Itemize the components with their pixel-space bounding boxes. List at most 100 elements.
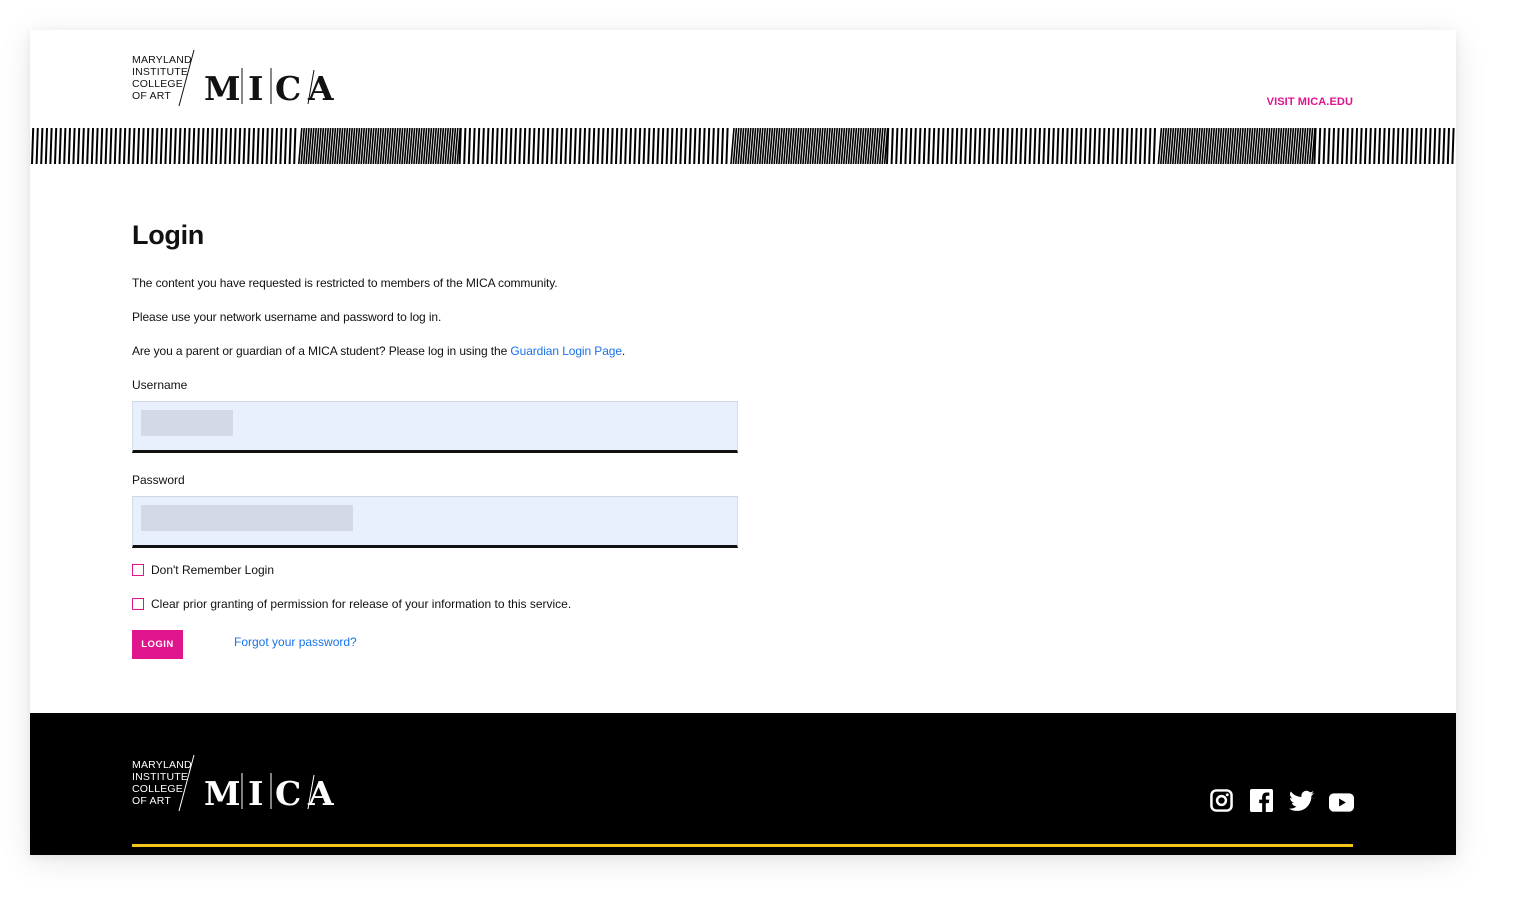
footer-logo-slash-icon	[178, 754, 195, 812]
barcode-stripe	[564, 128, 568, 164]
barcode-stripe	[702, 128, 706, 164]
barcode-stripe	[688, 128, 692, 164]
wordmark-letter-c: C	[275, 69, 301, 106]
barcode-stripe	[1065, 128, 1069, 164]
login-button[interactable]: LOGIN	[132, 630, 183, 659]
visit-mica-link[interactable]: VISIT MICA.EDU	[1267, 96, 1353, 108]
barcode-stripe	[293, 128, 297, 164]
form-actions: LOGIN Forgot your password?	[132, 630, 772, 659]
barcode-banner	[31, 128, 1455, 164]
barcode-stripe	[265, 128, 269, 164]
barcode-stripe	[219, 128, 223, 164]
barcode-stripe	[1391, 128, 1395, 164]
barcode-stripe	[123, 128, 127, 164]
barcode-stripe	[546, 128, 550, 164]
barcode-stripe	[1120, 128, 1124, 164]
clear-permission-checkbox[interactable]	[132, 598, 144, 610]
barcode-stripe	[610, 128, 614, 164]
barcode-stripe	[624, 128, 628, 164]
twitter-icon[interactable]	[1289, 788, 1314, 813]
barcode-stripe	[532, 128, 536, 164]
barcode-stripe	[527, 128, 531, 164]
wordmark-letter-i: I	[248, 69, 263, 106]
barcode-stripe	[697, 128, 701, 164]
barcode-stripe	[559, 128, 563, 164]
barcode-stripe	[504, 128, 508, 164]
barcode-stripe	[1010, 128, 1014, 164]
barcode-stripe	[1405, 128, 1409, 164]
guardian-login-link[interactable]: Guardian Login Page	[510, 344, 622, 358]
barcode-stripe	[642, 128, 646, 164]
dont-remember-row[interactable]: Don't Remember Login	[132, 562, 772, 578]
barcode-stripe	[261, 128, 265, 164]
dont-remember-checkbox[interactable]	[132, 564, 144, 576]
barcode-stripe	[72, 128, 76, 164]
barcode-stripe	[113, 128, 117, 164]
barcode-stripe	[982, 128, 986, 164]
barcode-stripe	[513, 128, 517, 164]
barcode-stripe	[1060, 128, 1064, 164]
barcode-stripe	[192, 128, 196, 164]
barcode-stripe	[927, 128, 931, 164]
barcode-stripe	[1364, 128, 1368, 164]
barcode-stripe	[1024, 128, 1028, 164]
barcode-stripe	[707, 128, 711, 164]
barcode-stripe	[541, 128, 545, 164]
barcode-stripe	[1047, 128, 1051, 164]
barcode-stripe	[638, 128, 642, 164]
barcode-stripe	[1414, 128, 1418, 164]
username-field[interactable]	[132, 401, 738, 453]
barcode-stripe	[1345, 128, 1349, 164]
barcode-stripe	[716, 128, 720, 164]
barcode-stripe	[1134, 128, 1138, 164]
barcode-stripe	[674, 128, 678, 164]
barcode-stripe	[205, 128, 209, 164]
barcode-stripe	[693, 128, 697, 164]
barcode-stripe	[1423, 128, 1427, 164]
barcode-stripe	[178, 128, 182, 164]
barcode-stripe	[467, 128, 471, 164]
barcode-stripe	[1093, 128, 1097, 164]
youtube-icon[interactable]	[1329, 788, 1354, 813]
barcode-stripe	[1336, 128, 1340, 164]
barcode-stripe	[647, 128, 651, 164]
barcode-stripe	[582, 128, 586, 164]
barcode-stripe	[679, 128, 683, 164]
barcode-stripe	[684, 128, 688, 164]
barcode-stripe	[1341, 128, 1345, 164]
barcode-stripe	[1446, 128, 1450, 164]
barcode-stripe	[1331, 128, 1335, 164]
barcode-stripe	[118, 128, 122, 164]
forgot-password-link[interactable]: Forgot your password?	[234, 635, 357, 649]
barcode-stripe	[58, 128, 62, 164]
barcode-stripe	[1019, 128, 1023, 164]
barcode-stripe	[945, 128, 949, 164]
password-field[interactable]	[132, 496, 738, 548]
barcode-stripe	[1428, 128, 1432, 164]
barcode-stripe	[1368, 128, 1372, 164]
instagram-icon[interactable]	[1209, 788, 1234, 813]
dont-remember-label: Don't Remember Login	[151, 563, 275, 577]
barcode-stripe	[1116, 128, 1120, 164]
barcode-stripe	[1387, 128, 1391, 164]
barcode-stripe	[670, 128, 674, 164]
barcode-stripe	[201, 128, 205, 164]
barcode-stripe	[81, 128, 85, 164]
barcode-stripe	[1313, 128, 1317, 164]
barcode-stripe	[720, 128, 724, 164]
barcode-stripe	[187, 128, 191, 164]
redacted-value	[141, 410, 233, 436]
facebook-icon[interactable]	[1249, 788, 1274, 813]
barcode-stripe	[1396, 128, 1400, 164]
restricted-notice: The content you have requested is restri…	[132, 276, 558, 290]
barcode-stripe	[1033, 128, 1037, 164]
social-links	[1209, 788, 1354, 813]
mica-logo[interactable]: MARYLAND INSTITUTE COLLEGE OF ART M I C …	[132, 48, 352, 110]
barcode-stripe	[100, 128, 104, 164]
footer-mica-logo[interactable]: MARYLAND INSTITUTE COLLEGE OF ART M I C …	[132, 753, 352, 815]
barcode-stripe	[1373, 128, 1377, 164]
clear-permission-row[interactable]: Clear prior granting of permission for r…	[132, 596, 772, 612]
barcode-stripe	[146, 128, 150, 164]
barcode-stripe	[1139, 128, 1143, 164]
barcode-stripe	[136, 128, 140, 164]
